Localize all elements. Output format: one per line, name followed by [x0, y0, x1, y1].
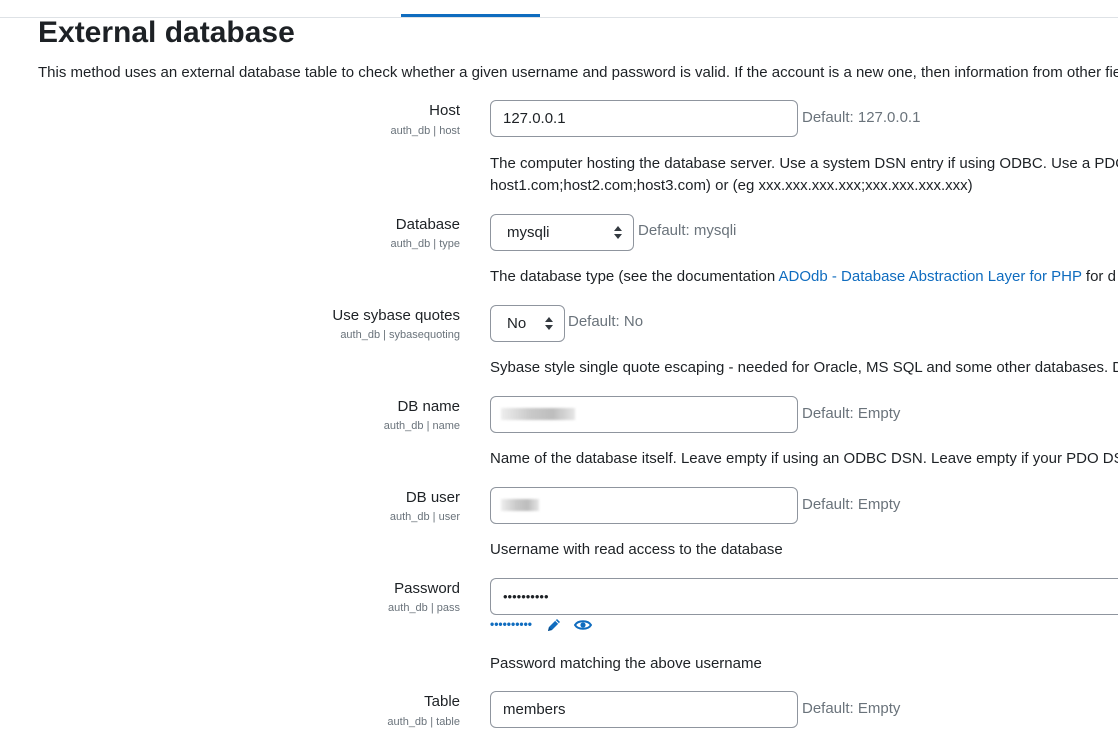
sybase-quotes-select[interactable]: No: [490, 305, 565, 342]
db-name-description: Name of the database itself. Leave empty…: [490, 450, 1118, 467]
host-description-line1: The computer hosting the database server…: [490, 155, 1118, 172]
database-default: Default: mysqli: [638, 222, 737, 239]
host-description-line2: host1.com;host2.com;host3.com) or (eg xx…: [490, 177, 973, 194]
select-arrows-icon: [545, 317, 553, 330]
eye-icon[interactable]: [573, 617, 593, 633]
password-setting-name: auth_db | pass: [388, 602, 460, 614]
pencil-icon[interactable]: [546, 617, 564, 633]
select-arrows-icon: [614, 226, 622, 239]
db-name-default: Default: Empty: [802, 405, 901, 422]
db-name-input[interactable]: [490, 396, 798, 433]
sybase-quotes-value: No: [507, 315, 527, 332]
database-type-value: mysqli: [507, 224, 550, 241]
sybase-quotes-setting-name: auth_db | sybasequoting: [340, 329, 460, 341]
db-user-description: Username with read access to the databas…: [490, 541, 783, 558]
database-setting-name: auth_db | type: [390, 238, 460, 250]
sybase-quotes-label: Use sybase quotes: [332, 307, 460, 324]
table-input[interactable]: members: [490, 691, 798, 728]
host-default: Default: 127.0.0.1: [802, 109, 921, 126]
sybase-quotes-default: Default: No: [568, 313, 644, 330]
table-label: Table: [424, 693, 460, 710]
password-label: Password: [394, 580, 460, 597]
page-intro: This method uses an external database ta…: [38, 64, 1118, 81]
database-description-text: The database type (see the documentation: [490, 268, 779, 285]
table-setting-name: auth_db | table: [387, 716, 460, 728]
db-name-setting-name: auth_db | name: [383, 420, 460, 432]
password-description: Password matching the above username: [490, 655, 762, 672]
db-user-label: DB user: [405, 489, 460, 506]
adodb-documentation-link[interactable]: ADOdb - Database Abstraction Layer for P…: [779, 268, 1082, 285]
database-description-suffix: for d: [1081, 268, 1116, 285]
database-type-select[interactable]: mysqli: [490, 214, 634, 251]
host-setting-name: auth_db | host: [390, 125, 460, 137]
redacted-value: [501, 499, 539, 511]
database-label: Database: [395, 216, 460, 233]
active-tab-indicator: [401, 14, 540, 17]
db-user-default: Default: Empty: [802, 496, 901, 513]
sybase-quotes-description: Sybase style single quote escaping - nee…: [490, 359, 1118, 376]
database-description: The database type (see the documentation…: [490, 266, 1116, 288]
db-name-label: DB name: [397, 398, 460, 415]
host-label: Host: [429, 102, 460, 119]
host-input[interactable]: 127.0.0.1: [490, 100, 798, 137]
password-input[interactable]: ••••••••••: [490, 578, 1118, 615]
table-default: Default: Empty: [802, 700, 901, 717]
redacted-value: [501, 408, 575, 420]
password-masked-display: ••••••••••: [490, 617, 533, 631]
page-title: External database: [38, 16, 295, 49]
db-user-input[interactable]: [490, 487, 798, 524]
db-user-setting-name: auth_db | user: [389, 511, 460, 523]
